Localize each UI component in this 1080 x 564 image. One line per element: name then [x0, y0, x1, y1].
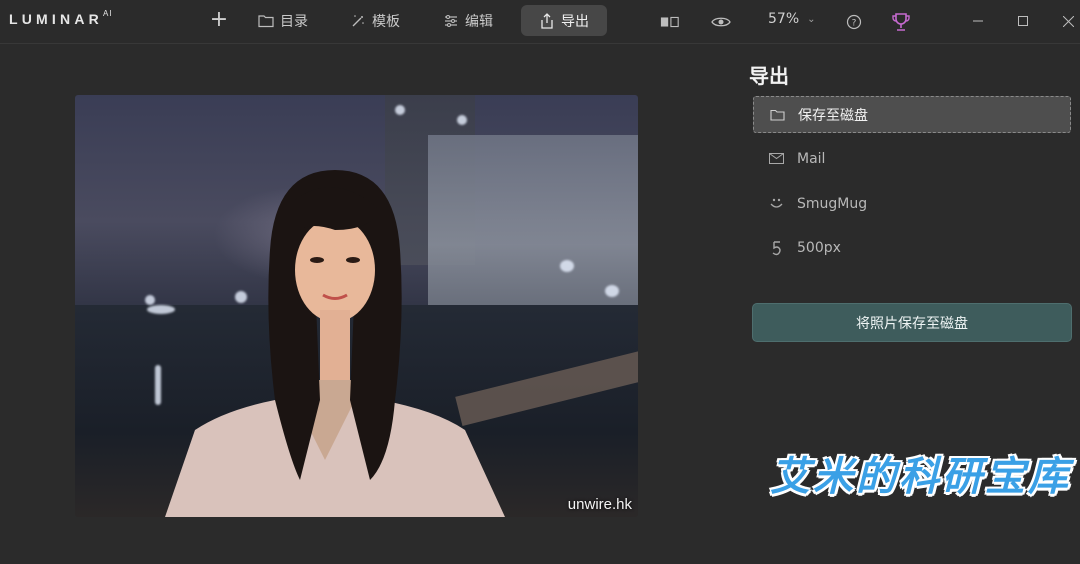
maximize-button[interactable] — [1012, 10, 1034, 32]
eye-icon[interactable] — [711, 12, 731, 32]
add-photos-button[interactable]: + — [208, 9, 230, 31]
panel-title: 导出 — [749, 64, 789, 88]
export-500px[interactable]: 500px — [753, 229, 1071, 266]
share-icon — [539, 12, 555, 29]
svg-text:?: ? — [852, 19, 857, 29]
close-button[interactable] — [1057, 10, 1079, 32]
minimize-button[interactable] — [967, 10, 989, 32]
smugmug-icon — [768, 196, 784, 212]
tab-export[interactable]: 导出 — [521, 5, 607, 36]
photo-bokeh — [560, 260, 574, 272]
photo-bokeh — [605, 285, 619, 297]
trophy-icon[interactable] — [891, 12, 911, 32]
photo-bokeh — [395, 105, 405, 115]
zoom-dropdown[interactable]: 57% ⌄ — [768, 11, 816, 27]
magic-wand-icon — [350, 13, 366, 29]
export-mail[interactable]: Mail — [753, 140, 1071, 177]
photo-subject — [165, 170, 505, 517]
folder-icon — [769, 107, 785, 123]
photo-bokeh — [155, 365, 161, 405]
photo-bokeh — [145, 295, 155, 305]
folder-icon — [258, 13, 274, 29]
chevron-down-icon: ⌄ — [807, 13, 816, 25]
photo-watermark: unwire.hk — [567, 496, 632, 513]
500px-icon — [768, 240, 784, 256]
sliders-icon — [443, 13, 459, 29]
save-photo-to-disk-button[interactable]: 将照片保存至磁盘 — [752, 303, 1072, 342]
tab-catalog[interactable]: 目录 — [258, 5, 308, 36]
photo-canvas[interactable]: unwire.hk — [75, 95, 638, 517]
compare-icon[interactable] — [660, 12, 680, 32]
help-icon[interactable]: ? — [844, 12, 864, 32]
overlay-watermark: 艾米的科研宝库 — [770, 454, 1071, 500]
photo-bokeh — [457, 115, 467, 125]
app-logo: LUMINARAI — [9, 9, 113, 27]
top-toolbar: LUMINARAI + 目录 模板 编辑 导出 57% ⌄ ? — [0, 0, 1080, 44]
tab-templates[interactable]: 模板 — [350, 5, 400, 36]
mail-icon — [768, 151, 784, 167]
export-smugmug[interactable]: SmugMug — [753, 185, 1071, 222]
export-save-to-disk[interactable]: 保存至磁盘 — [753, 96, 1071, 133]
tab-edit[interactable]: 编辑 — [443, 5, 493, 36]
